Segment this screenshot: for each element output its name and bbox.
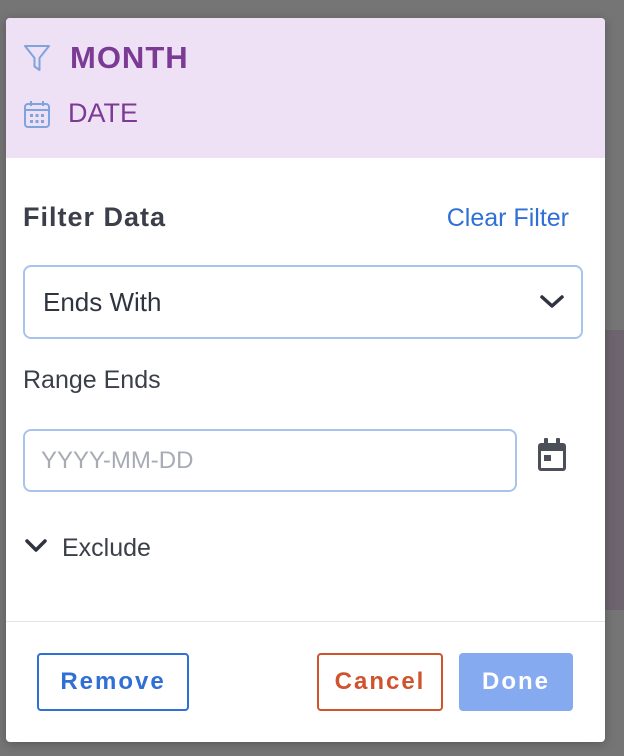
done-button[interactable]: Done	[459, 653, 573, 711]
calendar-icon	[536, 437, 568, 478]
funnel-icon	[22, 43, 52, 73]
operator-selected-value: Ends With	[43, 286, 162, 317]
field-header: MONTH DATE	[6, 18, 605, 158]
range-ends-label: Range Ends	[23, 366, 161, 394]
cancel-button[interactable]: Cancel	[317, 653, 443, 711]
field-name-row: MONTH	[22, 40, 189, 76]
field-type-row: DATE	[22, 98, 138, 129]
chevron-down-icon	[24, 538, 48, 559]
filter-popover: MONTH DATE Filter Data Clear Filter Ends…	[6, 18, 605, 742]
clear-filter-link[interactable]: Clear Filter	[447, 204, 569, 233]
exclude-label: Exclude	[62, 534, 151, 562]
filter-data-heading: Filter Data	[23, 202, 167, 232]
date-input[interactable]	[23, 429, 517, 492]
calendar-icon	[22, 99, 52, 129]
field-type: DATE	[68, 98, 139, 128]
chevron-down-icon	[539, 289, 565, 315]
field-name: MONTH	[70, 40, 189, 75]
calendar-picker-button[interactable]	[534, 437, 570, 478]
exclude-toggle[interactable]: Exclude	[24, 534, 151, 563]
remove-button[interactable]: Remove	[37, 653, 189, 711]
footer-divider	[6, 621, 605, 622]
operator-select[interactable]: Ends With	[23, 265, 583, 339]
